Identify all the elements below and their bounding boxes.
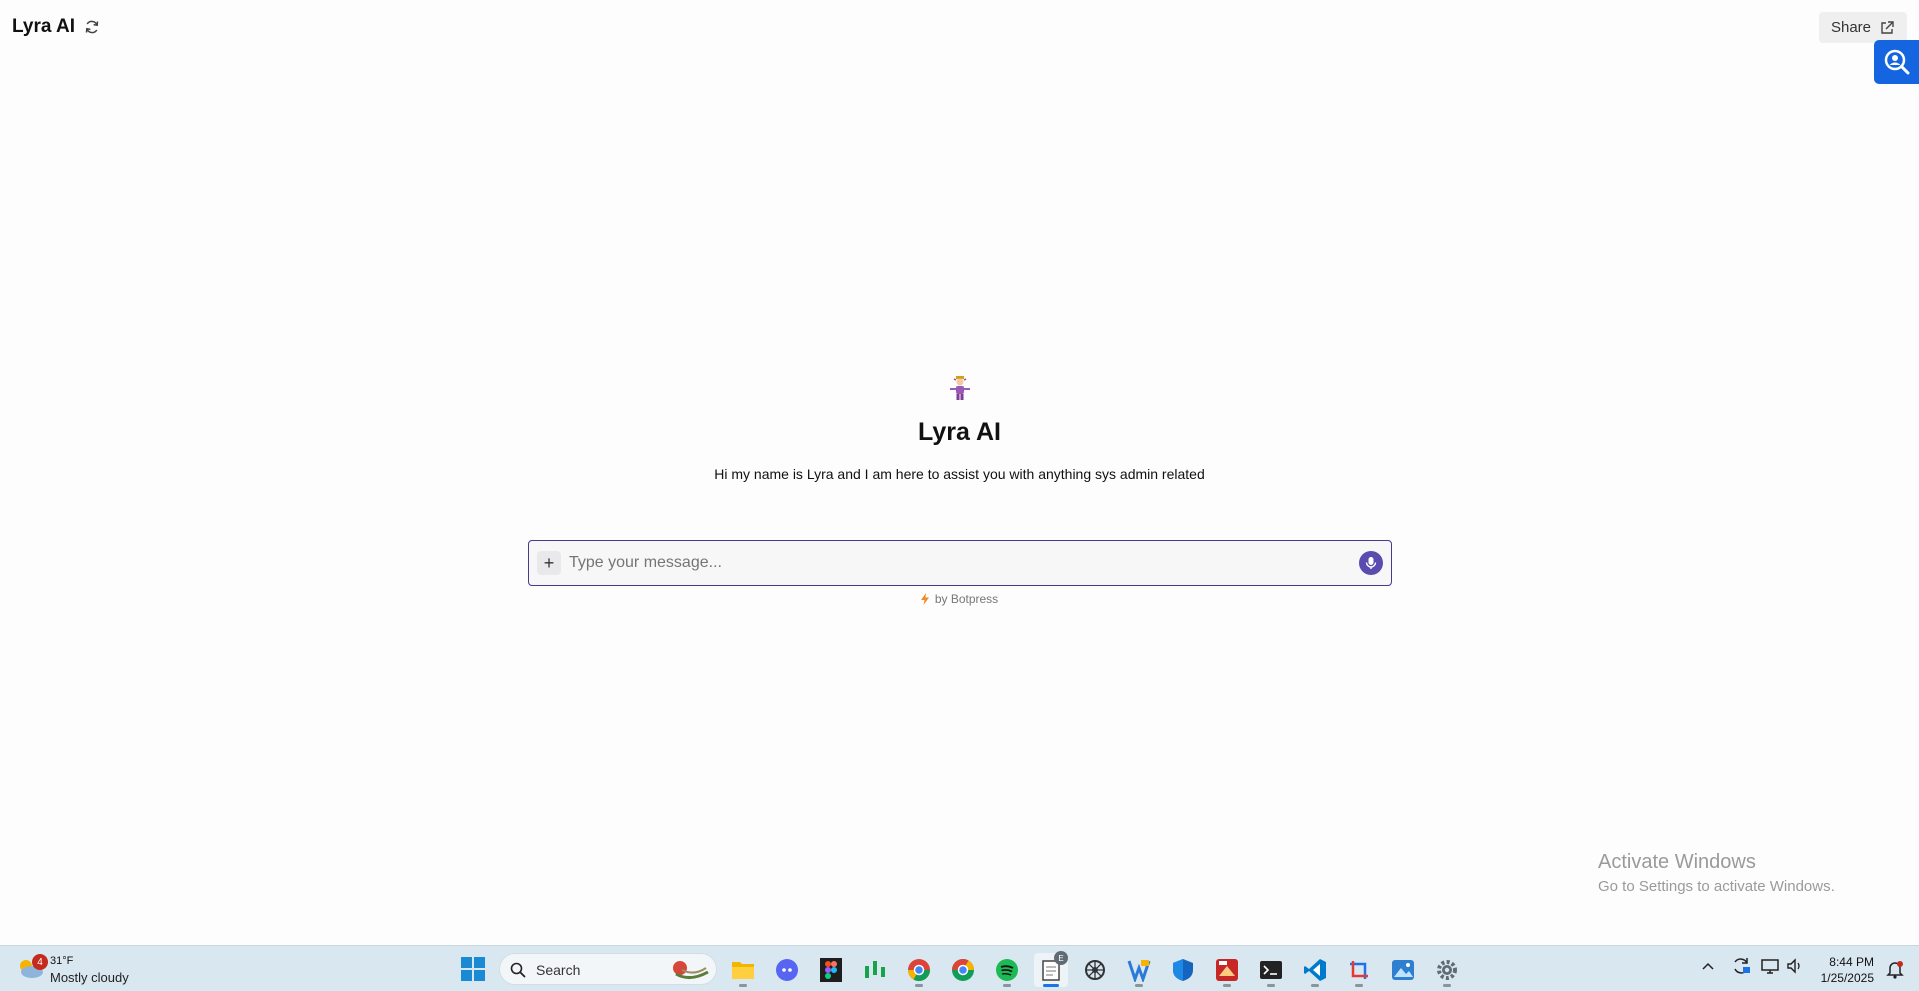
message-input[interactable] [569, 547, 1329, 579]
app-title: Lyra AI [12, 16, 76, 37]
terminal-icon [1260, 961, 1282, 979]
running-indicator [1223, 984, 1231, 987]
external-link-icon [1881, 20, 1894, 34]
notifications-button[interactable] [1886, 959, 1904, 984]
running-indicator [1355, 984, 1363, 987]
notepad-badge: E [1054, 951, 1068, 965]
chrome-icon [952, 959, 974, 981]
taskbar-app-figma[interactable] [814, 953, 848, 987]
search-highlight-art [673, 961, 709, 979]
powered-by[interactable]: by Botpress [0, 592, 1919, 606]
watermark-title: Activate Windows [1598, 851, 1756, 873]
taskbar: 4 31°F Mostly cloudy Search E 8:44 PM 1/… [0, 945, 1919, 991]
media-app-icon [1216, 959, 1238, 981]
taskbar-app-photos[interactable] [1386, 953, 1420, 987]
message-composer: + [528, 540, 1392, 586]
refresh-icon [85, 20, 99, 34]
volume-icon [1787, 958, 1800, 974]
clock[interactable]: 8:44 PM 1/25/2025 [1812, 954, 1874, 986]
refresh-button[interactable] [82, 17, 102, 37]
discord-icon [776, 959, 798, 981]
chrome-profile-icon [908, 959, 930, 981]
taskbar-app-snipping-tool[interactable] [1342, 953, 1376, 987]
bell-icon [1886, 961, 1904, 979]
clock-date: 1/25/2025 [1820, 971, 1874, 985]
taskbar-app-defender[interactable] [1166, 953, 1200, 987]
running-indicator [1311, 984, 1319, 987]
weather-widget[interactable]: 4 31°F Mostly cloudy [12, 951, 132, 987]
settings-icon [1437, 960, 1457, 980]
bot-description: Hi my name is Lyra and I am here to assi… [714, 466, 1205, 482]
sync-icon [1734, 958, 1750, 974]
weather-condition: Mostly cloudy [50, 970, 129, 985]
running-indicator [1003, 984, 1011, 987]
taskbar-app-settings[interactable] [1430, 953, 1464, 987]
search-label: Search [536, 962, 581, 978]
running-indicator [1135, 984, 1143, 987]
taskbar-app-wheel[interactable] [1078, 953, 1112, 987]
windows-logo-icon [461, 957, 485, 981]
chevron-up-icon [1702, 962, 1714, 970]
running-indicator [1267, 984, 1275, 987]
activation-watermark: Activate Windows Go to Settings to activ… [1598, 851, 1835, 895]
search-icon [510, 962, 526, 978]
tray-volume-button[interactable] [1786, 956, 1804, 981]
running-indicator [1043, 984, 1059, 987]
vscode-icon [1304, 959, 1326, 981]
bot-name: Lyra AI [918, 418, 1001, 446]
bot-avatar [950, 376, 970, 400]
start-button[interactable] [461, 957, 485, 981]
header: Lyra AI Share [0, 0, 1919, 54]
weather-temp: 31°F [50, 955, 74, 967]
chat-app: Lyra AI Share Lyra AI Hi my name is Lyra… [0, 0, 1919, 945]
spotify-icon [996, 959, 1018, 981]
running-indicator [739, 984, 747, 987]
share-button[interactable]: Share [1819, 12, 1907, 43]
taskbar-app-vscode[interactable] [1298, 953, 1332, 987]
attach-button[interactable]: + [537, 551, 561, 575]
weather-badge: 4 [32, 954, 48, 970]
stock-chart-icon [865, 961, 885, 978]
taskbar-app-chrome-profile[interactable] [902, 953, 936, 987]
tray-network-button[interactable] [1760, 956, 1780, 981]
lightning-icon [920, 593, 929, 605]
microphone-icon [1365, 557, 1377, 569]
network-icon [1761, 959, 1779, 974]
voice-button[interactable] [1359, 551, 1383, 575]
photos-icon [1392, 960, 1414, 980]
running-indicator [915, 984, 923, 987]
taskbar-app-notepad[interactable]: E [1034, 951, 1068, 987]
taskbar-app-stocks[interactable] [858, 953, 892, 987]
taskbar-search[interactable]: Search [499, 953, 717, 985]
settings-wheel-icon [1085, 960, 1105, 980]
person-search-icon [1884, 49, 1909, 75]
taskbar-app-media[interactable] [1210, 953, 1244, 987]
watermark-subtitle: Go to Settings to activate Windows. [1598, 878, 1835, 895]
powered-by-label: by Botpress [934, 592, 999, 606]
clock-time: 8:44 PM [1829, 955, 1874, 969]
taskbar-app-discord[interactable] [770, 953, 804, 987]
lens-search-button[interactable] [1874, 40, 1919, 84]
running-indicator [1443, 984, 1451, 987]
figma-icon [820, 958, 842, 982]
vs-icon [1127, 960, 1151, 982]
taskbar-app-vs[interactable] [1122, 953, 1156, 987]
taskbar-app-spotify[interactable] [990, 953, 1024, 987]
taskbar-app-terminal[interactable] [1254, 953, 1288, 987]
tray-sync-button[interactable] [1731, 956, 1751, 981]
snipping-tool-icon [1350, 961, 1368, 979]
taskbar-app-chrome[interactable] [946, 953, 980, 987]
share-label: Share [1830, 19, 1872, 36]
defender-icon [1173, 959, 1193, 981]
taskbar-app-file-explorer[interactable] [726, 953, 760, 987]
tray-overflow-button[interactable] [1701, 956, 1715, 981]
folder-icon [732, 962, 754, 979]
